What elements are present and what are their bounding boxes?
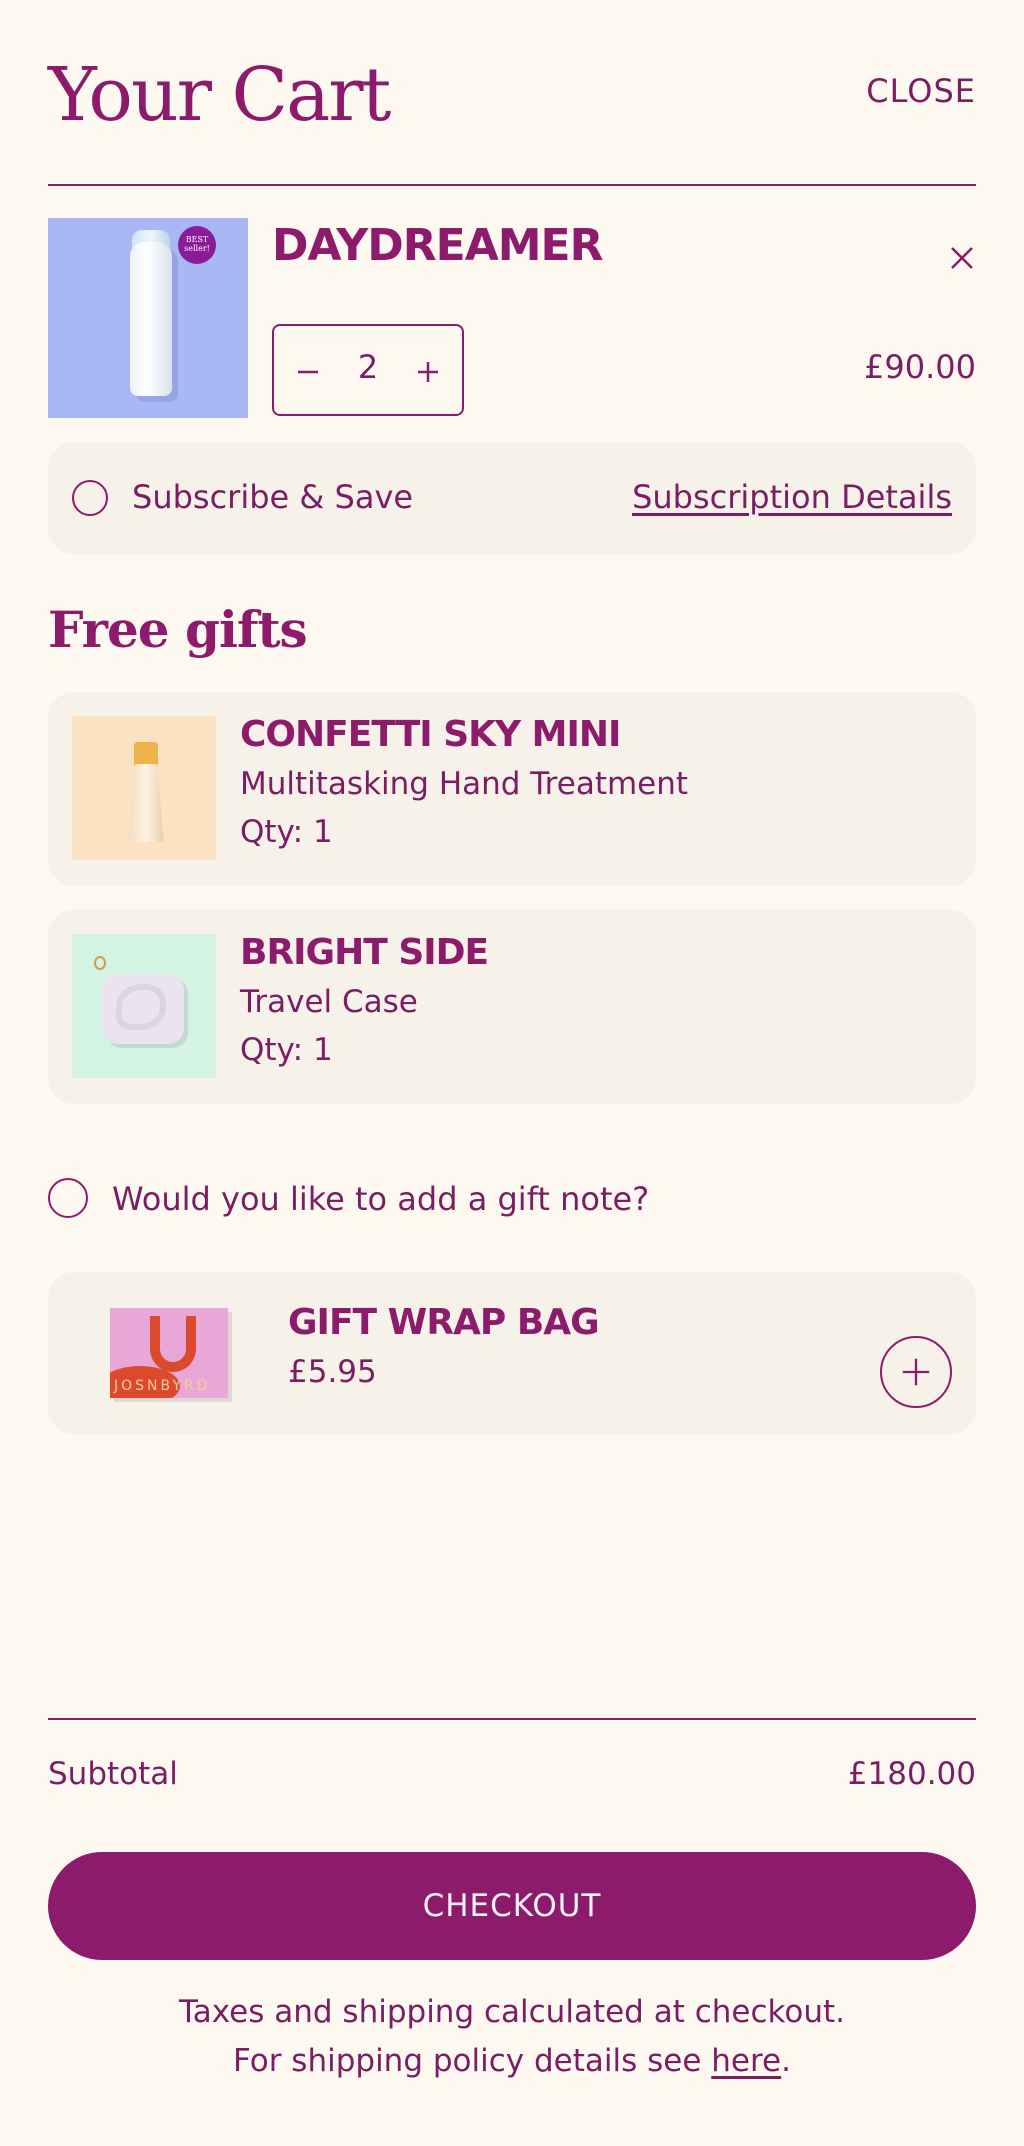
plus-icon[interactable] xyxy=(880,1336,952,1408)
gift-quantity: Qty: 1 xyxy=(240,814,333,850)
gift-wrap-upsell: JOSNBYRD GIFT WRAP BAG £5.95 xyxy=(48,1272,976,1434)
close-icon[interactable] xyxy=(948,244,976,272)
travel-case-shape xyxy=(102,974,184,1044)
subscribe-radio[interactable] xyxy=(72,480,108,516)
shipping-suffix: . xyxy=(781,2043,791,2079)
subscription-details-link[interactable]: Subscription Details xyxy=(632,478,952,516)
shipping-policy-link[interactable]: here xyxy=(711,2043,781,2079)
gift-note-radio[interactable] xyxy=(48,1178,88,1218)
free-gifts-title: Free gifts xyxy=(48,600,308,659)
case-ring-shape xyxy=(94,956,106,970)
gift-quantity: Qty: 1 xyxy=(240,1032,333,1068)
item-price: £90.00 xyxy=(864,348,976,386)
tax-note: Taxes and shipping calculated at checkou… xyxy=(178,1994,845,2030)
minus-icon[interactable] xyxy=(288,352,328,392)
gift-note-label[interactable]: Would you like to add a gift note? xyxy=(112,1180,649,1218)
gift-wrap-name: GIFT WRAP BAG xyxy=(288,1302,600,1343)
gift-name: BRIGHT SIDE xyxy=(240,932,489,973)
wrap-brand-logo: JOSNBYRD xyxy=(114,1378,211,1394)
gift-image xyxy=(72,716,216,860)
gift-name: CONFETTI SKY MINI xyxy=(240,714,621,755)
gift-note-option: Would you like to add a gift note? xyxy=(48,1178,748,1218)
shipping-policy-note: For shipping policy details see here. xyxy=(0,2043,1024,2079)
gift-image xyxy=(72,934,216,1078)
product-name[interactable]: DAYDREAMER xyxy=(272,220,603,271)
gift-description: Travel Case xyxy=(240,984,418,1020)
gift-item: CONFETTI SKY MINI Multitasking Hand Trea… xyxy=(48,692,976,886)
wrap-swirl-shape xyxy=(150,1316,196,1372)
subtotal-value: £180.00 xyxy=(847,1756,976,1792)
gift-wrap-image: JOSNBYRD xyxy=(110,1308,228,1398)
best-seller-badge: BEST seller! xyxy=(178,226,216,264)
plus-icon[interactable] xyxy=(408,352,448,392)
bottle-shape xyxy=(130,242,172,396)
tube-shape xyxy=(128,742,164,844)
checkout-button[interactable]: CHECKOUT xyxy=(48,1852,976,1960)
page-title: Your Cart xyxy=(48,52,391,138)
quantity-value[interactable]: 2 xyxy=(358,348,378,386)
product-image[interactable]: BEST seller! xyxy=(48,218,248,418)
shipping-prefix: For shipping policy details see xyxy=(233,2043,712,2079)
case-swirl-shape xyxy=(116,984,166,1030)
close-button[interactable]: CLOSE xyxy=(866,72,976,110)
cart-header: Your Cart CLOSE xyxy=(48,40,976,186)
gift-item: BRIGHT SIDE Travel Case Qty: 1 xyxy=(48,910,976,1104)
tube-cap-shape xyxy=(134,742,158,766)
gift-description: Multitasking Hand Treatment xyxy=(240,766,689,802)
divider xyxy=(48,1718,976,1720)
subscribe-label[interactable]: Subscribe & Save xyxy=(132,478,413,516)
tube-body-shape xyxy=(128,764,164,842)
gift-wrap-price: £5.95 xyxy=(288,1354,377,1390)
subscribe-save-option: Subscribe & Save Subscription Details xyxy=(48,442,976,554)
quantity-stepper: 2 xyxy=(272,324,464,416)
cart-line-item: BEST seller! DAYDREAMER 2 £90.00 xyxy=(48,218,976,418)
subtotal-label: Subtotal xyxy=(48,1756,178,1792)
